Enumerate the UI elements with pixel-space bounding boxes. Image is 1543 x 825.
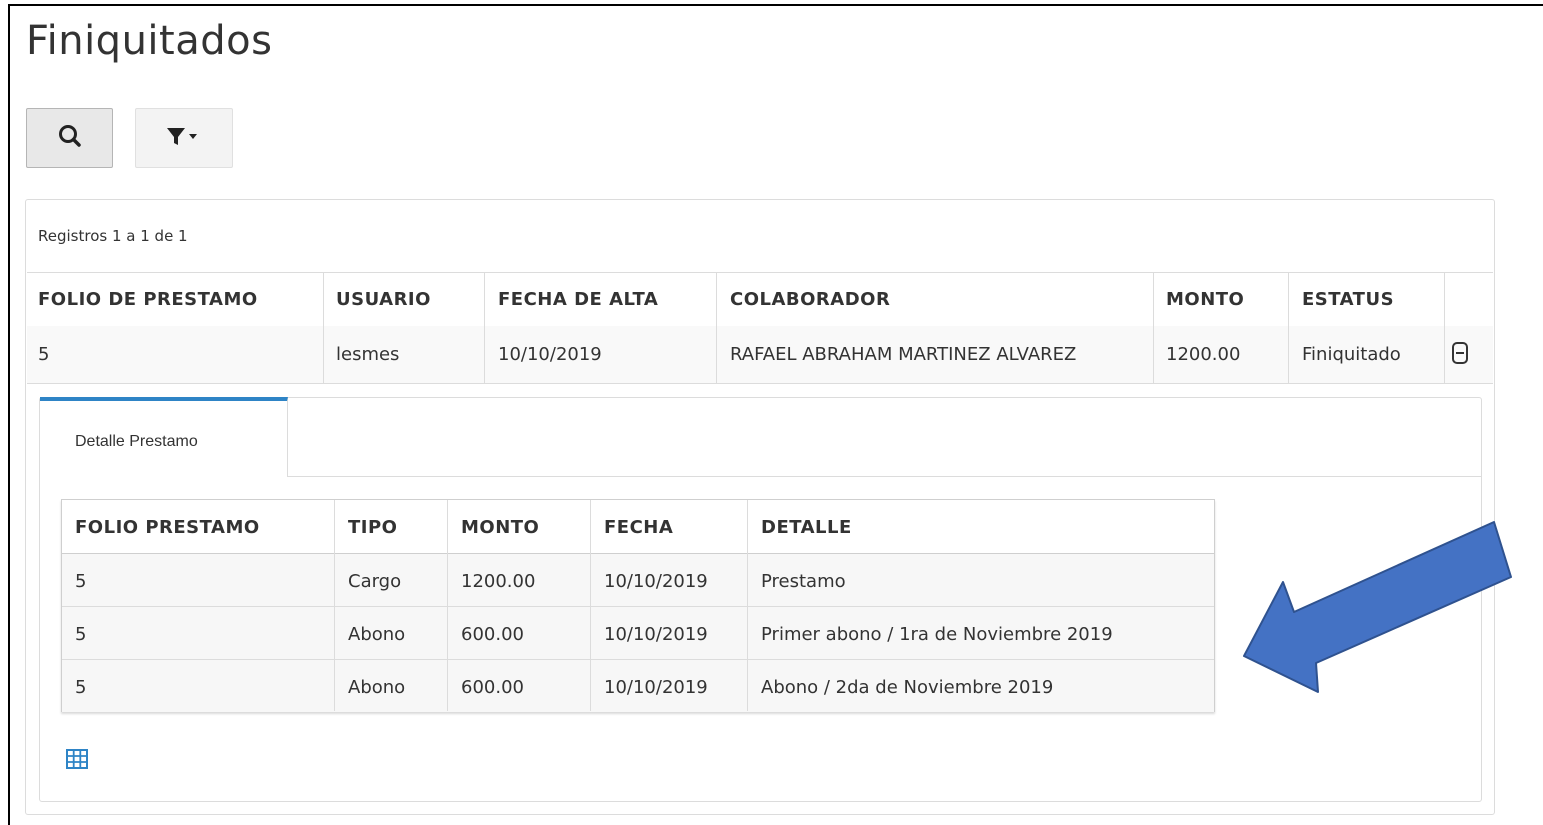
- detail-header-folio[interactable]: FOLIO PRESTAMO: [75, 517, 260, 538]
- column-header-usuario[interactable]: USUARIO: [336, 289, 431, 310]
- cell-estatus: Finiquitado: [1302, 344, 1401, 365]
- cell-colaborador: RAFAEL ABRAHAM MARTINEZ ALVAREZ: [730, 344, 1077, 365]
- detail-header-monto[interactable]: MONTO: [461, 517, 539, 538]
- cell-fecha-alta: 10/10/2019: [498, 344, 602, 365]
- collapse-row-icon[interactable]: [1452, 342, 1468, 364]
- detail-row-border: [62, 659, 1214, 660]
- detail-cell: 10/10/2019: [604, 677, 708, 698]
- page-title: Finiquitados: [26, 18, 273, 64]
- grid-col-divider: [1153, 272, 1154, 383]
- detail-cell: Abono / 2da de Noviembre 2019: [761, 677, 1054, 698]
- detail-cell: 600.00: [461, 624, 524, 645]
- detail-header-border: [62, 553, 1214, 554]
- search-icon: [57, 123, 83, 153]
- grid-col-divider: [716, 272, 717, 383]
- detail-header-fecha[interactable]: FECHA: [604, 517, 673, 538]
- filter-button[interactable]: [135, 108, 233, 168]
- detail-cell: 10/10/2019: [604, 571, 708, 592]
- detail-col-divider: [447, 500, 448, 711]
- detail-header-tipo[interactable]: TIPO: [348, 517, 397, 538]
- cell-monto: 1200.00: [1166, 344, 1241, 365]
- detail-col-divider: [747, 500, 748, 711]
- detail-cell: Abono: [348, 624, 406, 645]
- annotation-arrow: [1230, 520, 1530, 704]
- cell-usuario: lesmes: [336, 344, 400, 365]
- detail-cell: Prestamo: [761, 571, 846, 592]
- column-header-estatus[interactable]: ESTATUS: [1302, 289, 1394, 310]
- detail-cell: 10/10/2019: [604, 624, 708, 645]
- filter-dropdown-icon: [164, 123, 204, 153]
- grid-col-divider: [484, 272, 485, 383]
- detail-cell: Primer abono / 1ra de Noviembre 2019: [761, 624, 1113, 645]
- grid-col-divider: [323, 272, 324, 383]
- tab-strip-border: [288, 476, 1481, 477]
- detail-cell: 600.00: [461, 677, 524, 698]
- tab-label: Detalle Prestamo: [75, 433, 198, 450]
- detail-col-divider: [590, 500, 591, 711]
- grid-header-top-border: [27, 272, 1493, 273]
- detail-cell: 5: [75, 624, 87, 645]
- column-header-colaborador[interactable]: COLABORADOR: [730, 289, 890, 310]
- cell-folio: 5: [38, 344, 50, 365]
- grid-col-divider: [1444, 272, 1445, 383]
- column-header-fecha-alta[interactable]: FECHA DE ALTA: [498, 289, 658, 310]
- detail-row-border: [62, 606, 1214, 607]
- column-header-monto[interactable]: MONTO: [1166, 289, 1244, 310]
- column-header-folio[interactable]: FOLIO DE PRESTAMO: [38, 289, 258, 310]
- records-count: Registros 1 a 1 de 1: [38, 227, 188, 245]
- detail-cell: Cargo: [348, 571, 402, 592]
- table-grid-icon[interactable]: [66, 749, 88, 773]
- detail-cell: 5: [75, 677, 87, 698]
- grid-col-divider: [1288, 272, 1289, 383]
- grid-row-bottom-border: [27, 383, 1493, 384]
- detail-cell: 1200.00: [461, 571, 536, 592]
- search-button[interactable]: [26, 108, 113, 168]
- detail-col-divider: [334, 500, 335, 711]
- detail-cell: Abono: [348, 677, 406, 698]
- detail-cell: 5: [75, 571, 87, 592]
- detail-header-detalle[interactable]: DETALLE: [761, 517, 852, 538]
